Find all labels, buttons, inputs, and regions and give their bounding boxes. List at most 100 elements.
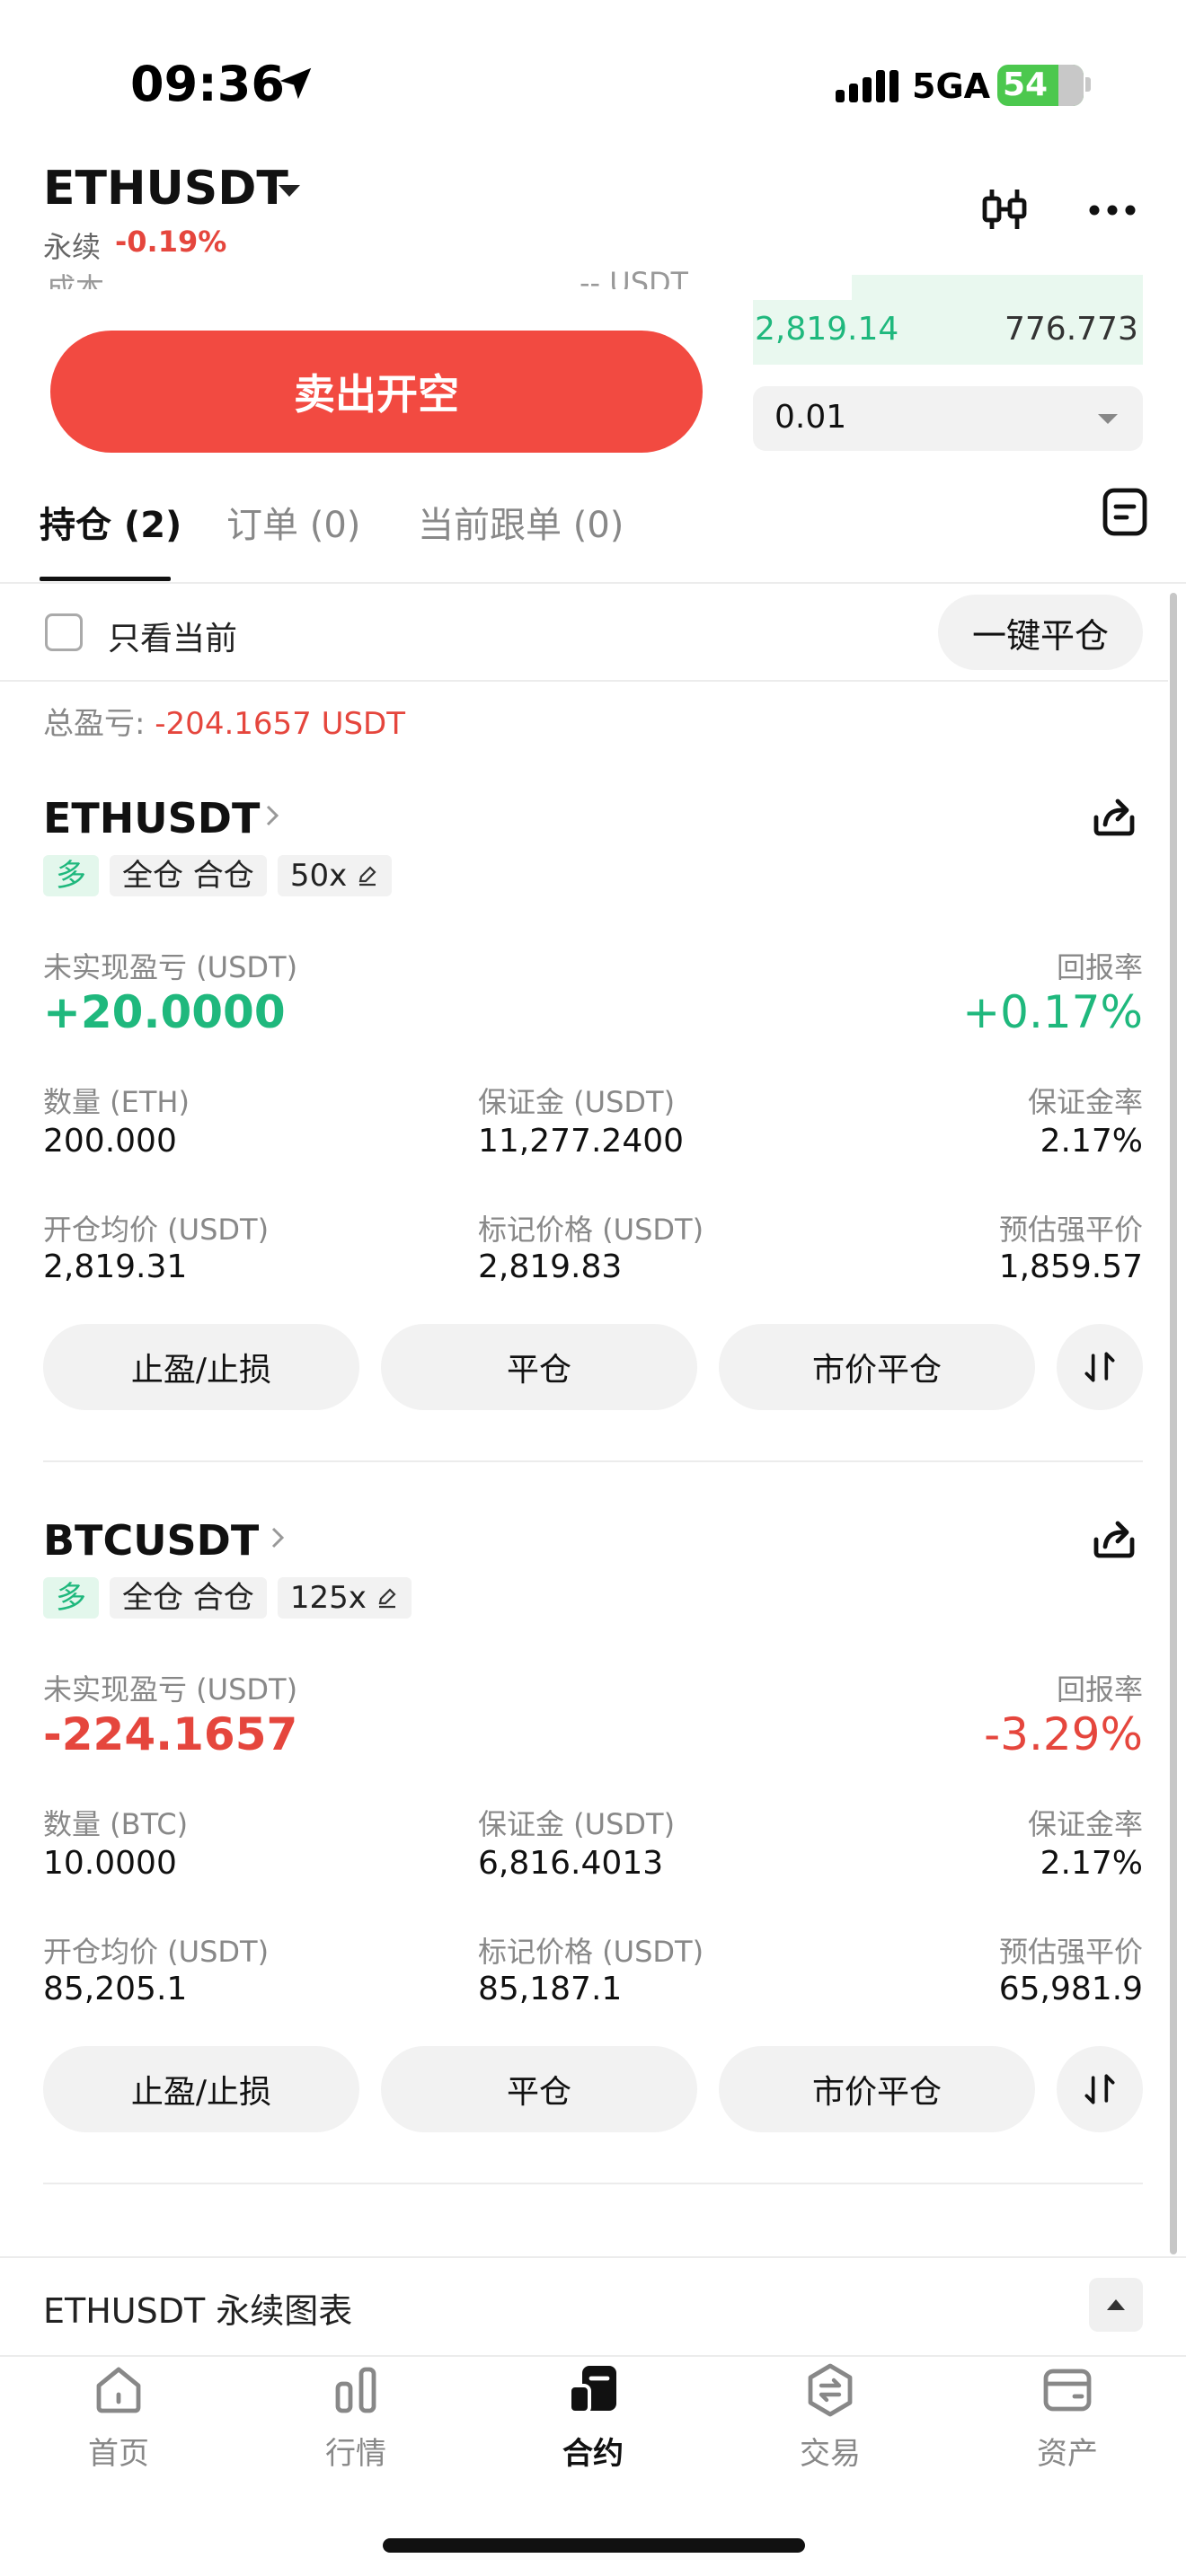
- nav-label: 首页: [88, 2436, 149, 2472]
- margin-mode-tag: 全仓 合仓: [110, 855, 267, 896]
- unrealized-pnl-label: 未实现盈亏 (USDT): [43, 1672, 298, 1707]
- margin-rate-value: 2.17%: [1040, 1845, 1143, 1882]
- caret-down-icon[interactable]: [279, 185, 300, 197]
- roe-label: 回报率: [1056, 950, 1143, 984]
- side-tag: 多: [43, 1577, 99, 1619]
- entry-price-label: 开仓均价 (USDT): [43, 1935, 270, 1969]
- leverage-tag[interactable]: 125x: [277, 1577, 412, 1619]
- nav-label: 行情: [325, 2436, 386, 2472]
- liq-price-label: 预估强平价: [998, 1213, 1143, 1247]
- trade-icon: [808, 2363, 853, 2417]
- cost-label: 成本: [47, 271, 105, 289]
- order-history-icon[interactable]: [1102, 487, 1148, 537]
- mark-price-label: 标记价格 (USDT): [478, 1213, 704, 1247]
- signal-icon: [836, 70, 898, 102]
- leverage-tag[interactable]: 50x: [277, 855, 393, 896]
- reverse-position-button[interactable]: [1057, 2046, 1143, 2132]
- total-pnl-value: -204.1657 USDT: [155, 706, 406, 742]
- nav-label: 交易: [800, 2436, 861, 2472]
- roe-value: +0.17%: [962, 986, 1143, 1038]
- quantity-label[interactable]: 数量 (BTC): [43, 1802, 188, 1843]
- futures-icon: [568, 2366, 616, 2414]
- margin-value: 11,277.2400: [478, 1123, 685, 1160]
- scrollbar[interactable]: [1170, 593, 1177, 2254]
- sell-short-button[interactable]: 卖出开空: [50, 331, 703, 453]
- candlestick-icon[interactable]: [979, 184, 1030, 234]
- chart-bar-label[interactable]: ETHUSDT 永续图表: [43, 2283, 352, 2333]
- position-card: BTCUSDT 多 全仓 合仓 125x 未实现盈亏 (USDT) 回报率 -2…: [0, 1516, 1168, 2235]
- position-card: ETHUSDT 多 全仓 合仓 50x 未实现盈亏 (USDT) 回报率 +20…: [0, 794, 1168, 1513]
- pair-selector[interactable]: ETHUSDT: [43, 162, 288, 216]
- caret-down-icon: [1098, 414, 1118, 424]
- depth-precision-select[interactable]: 0.01: [753, 386, 1143, 451]
- close-position-button[interactable]: 平仓: [381, 1324, 697, 1410]
- nav-assets[interactable]: 资产: [978, 2362, 1157, 2488]
- cost-value: -- USDT: [580, 266, 689, 289]
- tab-orders[interactable]: 订单 (0): [226, 496, 360, 548]
- roe-label: 回报率: [1056, 1672, 1143, 1707]
- total-pnl: 总盈亏: -204.1657 USDT: [43, 699, 405, 743]
- caret-up-icon: [1107, 2299, 1125, 2310]
- nav-home[interactable]: 首页: [29, 2362, 208, 2488]
- more-icon[interactable]: [1087, 203, 1137, 217]
- margin-rate-label: 保证金率: [1027, 1807, 1143, 1841]
- nav-futures[interactable]: 合约: [503, 2362, 683, 2488]
- nav-trade[interactable]: 交易: [740, 2362, 920, 2488]
- position-tags: 多 全仓 合仓 125x: [43, 1577, 412, 1619]
- tpsl-button[interactable]: 止盈/止损: [43, 2046, 359, 2132]
- wallet-icon: [1043, 2369, 1092, 2412]
- edit-icon: [378, 1588, 396, 1609]
- margin-label: 保证金 (USDT): [478, 1085, 676, 1119]
- entry-price-value: 85,205.1: [43, 1971, 188, 2007]
- orderbook-price[interactable]: 2,819.14: [755, 311, 898, 348]
- home-icon: [96, 2367, 141, 2413]
- battery-tip: [1085, 77, 1091, 92]
- mark-price-value: 2,819.83: [478, 1248, 623, 1285]
- margin-rate-value: 2.17%: [1040, 1123, 1143, 1160]
- contract-type: 永续: [43, 230, 102, 264]
- margin-label: 保证金 (USDT): [478, 1807, 676, 1841]
- position-symbol[interactable]: ETHUSDT: [43, 794, 260, 842]
- total-pnl-label: 总盈亏:: [43, 706, 146, 742]
- share-icon[interactable]: [1091, 794, 1137, 839]
- share-icon[interactable]: [1091, 1516, 1137, 1561]
- precision-value: 0.01: [774, 399, 847, 436]
- active-tab-indicator: [40, 577, 171, 581]
- swap-arrows-icon: [1084, 1352, 1115, 1382]
- margin-value: 6,816.4013: [478, 1845, 664, 1882]
- chevron-right-icon[interactable]: [262, 801, 282, 830]
- quantity-label[interactable]: 数量 (ETH): [43, 1080, 190, 1121]
- mark-price-value: 85,187.1: [478, 1971, 623, 2007]
- nav-markets[interactable]: 行情: [266, 2362, 446, 2488]
- roe-value: -3.29%: [984, 1708, 1143, 1760]
- position-symbol[interactable]: BTCUSDT: [43, 1516, 259, 1565]
- status-time: 09:36: [130, 56, 285, 112]
- tab-copy-orders[interactable]: 当前跟单 (0): [418, 496, 624, 548]
- mark-price-label: 标记价格 (USDT): [478, 1935, 704, 1969]
- market-close-button[interactable]: 市价平仓: [719, 1324, 1035, 1410]
- current-only-label[interactable]: 只看当前: [108, 613, 237, 659]
- reverse-position-button[interactable]: [1057, 1324, 1143, 1410]
- network-type: 5GA: [912, 66, 991, 106]
- chevron-right-icon[interactable]: [268, 1523, 288, 1552]
- unrealized-pnl: -224.1657: [43, 1708, 298, 1760]
- leverage-value: 50x: [289, 858, 348, 894]
- nav-label: 资产: [1037, 2436, 1098, 2472]
- close-all-button[interactable]: 一键平仓: [938, 595, 1143, 670]
- swap-arrows-icon: [1084, 2074, 1115, 2104]
- location-arrow-icon: [279, 67, 312, 100]
- close-position-button[interactable]: 平仓: [381, 2046, 697, 2132]
- quantity-value: 10.0000: [43, 1845, 177, 1882]
- tpsl-button[interactable]: 止盈/止损: [43, 1324, 359, 1410]
- orderbook-qty: 776.773: [1005, 311, 1138, 348]
- price-change: -0.19%: [115, 225, 227, 259]
- nav-label: 合约: [562, 2436, 624, 2472]
- home-indicator[interactable]: [383, 2538, 805, 2553]
- expand-chart-button[interactable]: [1089, 2278, 1143, 2332]
- current-only-checkbox[interactable]: [45, 613, 83, 651]
- market-close-button[interactable]: 市价平仓: [719, 2046, 1035, 2132]
- liq-price-value: 65,981.9: [998, 1971, 1143, 2007]
- margin-mode-tag: 全仓 合仓: [110, 1577, 267, 1619]
- tab-positions[interactable]: 持仓 (2): [40, 496, 181, 548]
- battery-level: 54: [1003, 66, 1049, 103]
